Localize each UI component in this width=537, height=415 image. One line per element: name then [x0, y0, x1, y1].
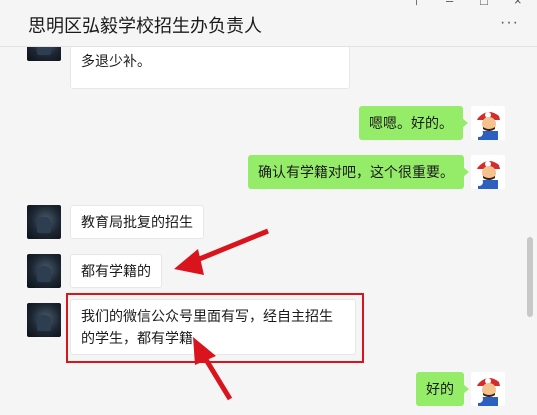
close-button[interactable]: ×: [514, 0, 522, 8]
contact-avatar[interactable]: [27, 47, 61, 61]
message-text: 教育局批复的招生: [81, 214, 193, 230]
message-text: 都有学籍的: [81, 263, 151, 279]
more-options-button[interactable]: ···: [500, 14, 519, 32]
red-highlight-box: [66, 293, 364, 363]
chat-title: 思明区弘毅学校招生办负责人: [28, 16, 262, 36]
message-bubble-sent: 好的: [416, 372, 469, 406]
contact-avatar[interactable]: [27, 303, 61, 337]
pin-icon[interactable]: ⊤: [411, 0, 422, 9]
message-bubble-received: 教育局批复的招生: [70, 205, 204, 239]
message-text: 多退少补。: [81, 53, 151, 69]
message-bubble-received: 都有学籍的: [70, 254, 162, 288]
message-bubble-sent: 嗯嗯。好的。: [359, 106, 468, 140]
scrollbar-thumb[interactable]: [527, 237, 533, 317]
mario-avatar[interactable]: [471, 372, 505, 406]
message-text: 确认有学籍对吧，这个很重要。: [258, 164, 454, 180]
title-bar: 思明区弘毅学校招生办负责人 ⊤ – □ × ···: [0, 0, 537, 47]
mario-avatar[interactable]: [471, 155, 505, 189]
message-bubble-received: 多退少补。: [70, 47, 350, 89]
mario-icon: [471, 106, 505, 140]
maximize-button[interactable]: □: [480, 0, 488, 8]
contact-avatar[interactable]: [27, 254, 61, 288]
arrow-head-upper: [174, 249, 204, 275]
mario-avatar[interactable]: [471, 106, 505, 140]
contact-avatar[interactable]: [27, 205, 61, 239]
chat-area[interactable]: 多退少补。 嗯嗯。好的。 确认有学籍对吧，这个很重要。 教育局批复的招生 都有学…: [0, 47, 537, 415]
message-text: 嗯嗯。好的。: [369, 115, 453, 131]
message-text: 好的: [426, 381, 454, 397]
minimize-button[interactable]: –: [446, 0, 453, 8]
mario-icon: [471, 155, 505, 189]
message-bubble-sent: 确认有学籍对吧，这个很重要。: [248, 155, 469, 189]
mario-icon: [471, 372, 505, 406]
